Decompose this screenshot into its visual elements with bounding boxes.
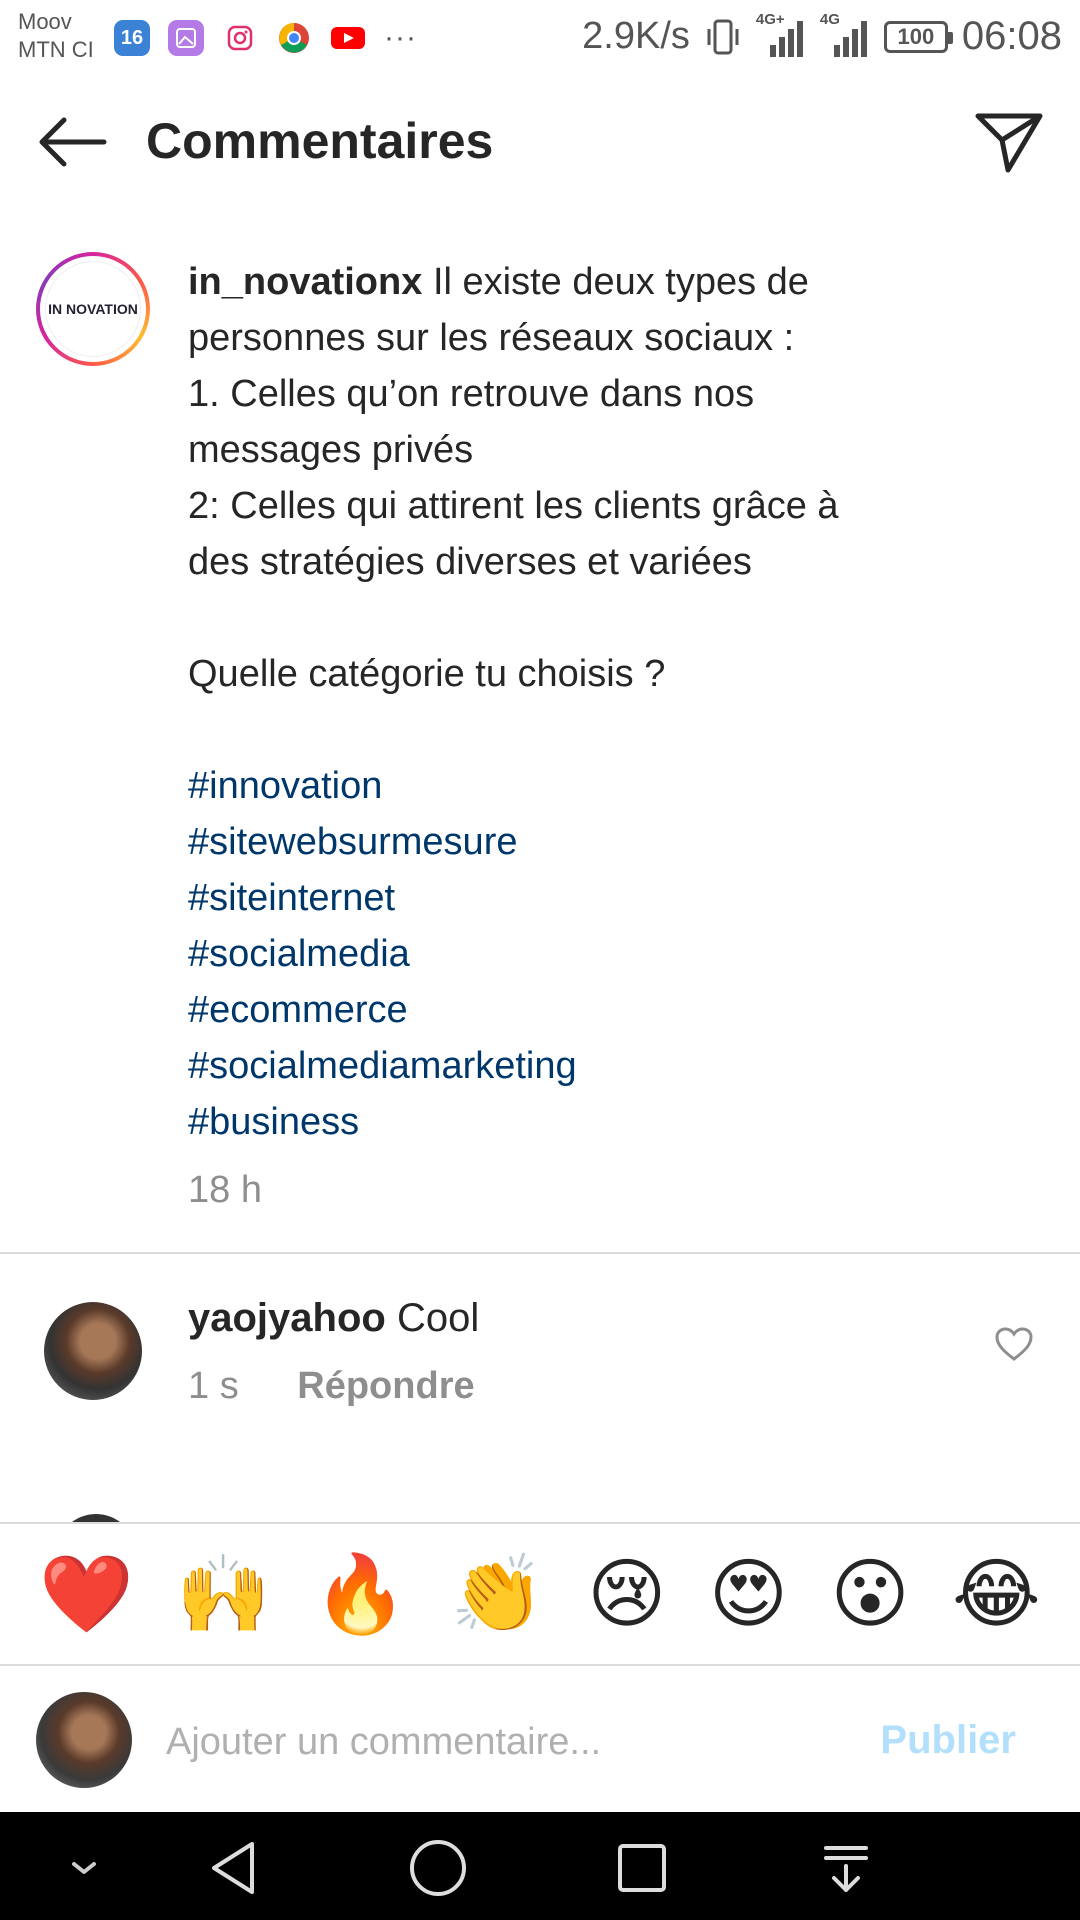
signal-4g-plus: 4G+ xyxy=(756,11,806,59)
caption-body: in_novationx Il existe deux types de per… xyxy=(188,254,1008,1218)
logo-text: IN NOVATION xyxy=(48,301,138,317)
comment-time: 1 s xyxy=(188,1365,239,1407)
youtube-icon xyxy=(330,20,366,56)
calendar-day: 16 xyxy=(120,26,144,49)
next-comment-peek xyxy=(0,1508,1080,1522)
comment-text: yaojyahoo Cool xyxy=(188,1290,479,1346)
battery-indicator: 100 xyxy=(883,20,953,53)
caption-line: Quelle catégorie tu choisis ? xyxy=(188,653,666,695)
vibrate-icon xyxy=(707,19,739,54)
share-button[interactable] xyxy=(972,108,1046,176)
comment-username[interactable]: yaojyahoo xyxy=(188,1296,386,1340)
square-recents-icon xyxy=(618,1844,666,1892)
emoji-laughing[interactable]: 😂 xyxy=(952,1556,1041,1632)
caption-line: in_novationx Il existe deux types de xyxy=(188,254,1008,310)
caption-line: 2: Celles qui attirent les clients grâce… xyxy=(188,485,839,527)
avatar-inner: IN NOVATION xyxy=(40,256,146,362)
caption-line xyxy=(188,590,1008,646)
heart-outline-icon xyxy=(995,1327,1033,1361)
arrow-left-icon xyxy=(39,117,107,167)
paper-plane-icon xyxy=(975,113,1043,173)
publish-button[interactable]: Publier xyxy=(880,1712,1016,1768)
hashtag-link[interactable]: #business xyxy=(188,1094,1008,1150)
emoji-clapping[interactable]: 👏 xyxy=(450,1556,545,1632)
comment-item: yaojyahoo Cool 1 s Répondre xyxy=(0,1290,1080,1440)
hashtag-link[interactable]: #innovation xyxy=(188,758,1008,814)
hashtag-link[interactable]: #siteinternet xyxy=(188,870,1008,926)
comment-body: Cool xyxy=(396,1296,480,1340)
caption-line xyxy=(188,702,1008,758)
hashtag-link[interactable]: #ecommerce xyxy=(188,982,1008,1038)
status-bar: Moov MTN CI 16 ··· 2.9K/s 4G+ 4G 100 06:… xyxy=(0,0,1080,72)
emoji-heart[interactable]: ❤️ xyxy=(39,1556,134,1632)
caption-avatar[interactable]: IN NOVATION xyxy=(36,252,150,366)
back-button[interactable] xyxy=(34,112,108,172)
carrier-info: Moov MTN CI xyxy=(18,8,94,64)
emoji-fire[interactable]: 🔥 xyxy=(313,1556,408,1632)
signal-bars-icon xyxy=(833,20,867,57)
divider xyxy=(0,1252,1080,1254)
emoji-heart-eyes[interactable]: 😍 xyxy=(709,1556,788,1632)
caption-line: 1. Celles qu’on retrouve dans nos xyxy=(188,373,755,415)
add-comment-bar: Publier xyxy=(0,1668,1080,1812)
brand-logo: IN NOVATION xyxy=(45,261,141,357)
network-speed: 2.9K/s xyxy=(582,15,690,57)
chrome-icon xyxy=(276,20,312,56)
instagram-icon xyxy=(222,20,258,56)
emoji-surprised[interactable]: 😮 xyxy=(830,1556,909,1632)
commenter-avatar[interactable] xyxy=(44,1302,142,1400)
comment-meta: 1 s Répondre xyxy=(188,1358,475,1414)
next-commenter-avatar xyxy=(56,1514,136,1522)
caption-line: des stratégies diverses et variées xyxy=(188,541,752,583)
clock: 06:08 xyxy=(961,14,1062,58)
reply-button[interactable]: Répondre xyxy=(297,1358,474,1414)
nav-hide-button[interactable] xyxy=(52,1836,116,1900)
hashtag-link[interactable]: #socialmediamarketing xyxy=(188,1038,1008,1094)
pull-down-icon xyxy=(824,1846,868,1892)
like-comment-button[interactable] xyxy=(994,1326,1034,1362)
hashtag-link[interactable]: #socialmedia xyxy=(188,926,1008,982)
emoji-crying[interactable]: 😢 xyxy=(587,1556,666,1632)
caption-line: personnes sur les réseaux sociaux : xyxy=(188,317,795,359)
notification-icons: 16 ··· xyxy=(114,20,417,56)
carrier-name-1: Moov xyxy=(18,9,72,34)
gallery-icon xyxy=(168,20,204,56)
caption-timestamp: 18 h xyxy=(188,1169,262,1211)
circle-home-icon xyxy=(410,1840,466,1896)
system-nav-bar xyxy=(0,1812,1080,1920)
caption-line: messages privés xyxy=(188,429,474,471)
hashtag-link[interactable]: #sitewebsurmesure xyxy=(188,814,1008,870)
signal-bars-icon xyxy=(769,20,803,57)
status-right: 2.9K/s 4G+ 4G 100 06:08 xyxy=(582,11,1062,59)
my-avatar xyxy=(36,1692,132,1788)
nav-home-button[interactable] xyxy=(406,1836,470,1900)
carrier-name-2: MTN CI xyxy=(18,37,94,62)
triangle-back-icon xyxy=(212,1842,254,1894)
emoji-quick-bar: ❤️ 🙌 🔥 👏 😢 😍 😮 😂 xyxy=(0,1522,1080,1666)
chevron-down-icon xyxy=(72,1862,96,1874)
calendar-icon: 16 xyxy=(114,20,150,56)
more-notifications: ··· xyxy=(384,21,417,54)
comment-input[interactable] xyxy=(166,1712,846,1772)
signal-4g: 4G xyxy=(820,11,870,59)
emoji-raising-hands[interactable]: 🙌 xyxy=(176,1556,271,1632)
header: Commentaires xyxy=(0,90,1080,200)
nav-back-button[interactable] xyxy=(202,1836,266,1900)
caption-username[interactable]: in_novationx xyxy=(188,261,422,303)
caption-text: Il existe deux types de xyxy=(432,261,809,303)
nav-notifications-button[interactable] xyxy=(814,1836,878,1900)
nav-recents-button[interactable] xyxy=(610,1836,674,1900)
page-title: Commentaires xyxy=(146,113,494,169)
